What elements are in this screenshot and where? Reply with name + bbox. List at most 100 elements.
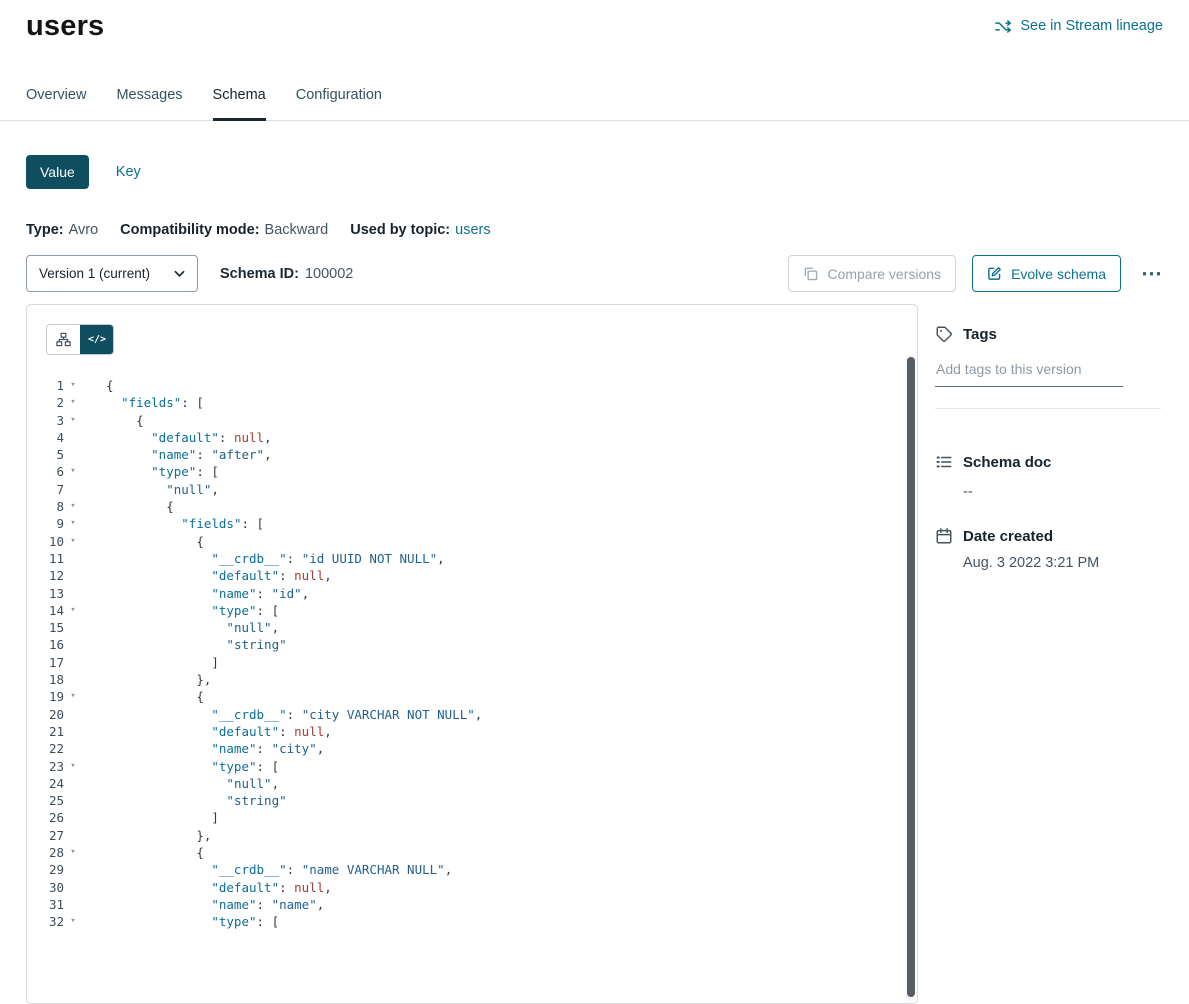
line-number: 14 xyxy=(27,602,64,619)
line-number: 8 xyxy=(27,498,64,515)
stream-lineage-link[interactable]: See in Stream lineage xyxy=(995,18,1163,34)
calendar-icon xyxy=(935,527,953,545)
version-select[interactable]: Version 1 (current) xyxy=(26,255,198,292)
line-number: 10 xyxy=(27,533,64,550)
code-text: "fields": [ xyxy=(82,515,264,532)
version-select-value: Version 1 (current) xyxy=(39,266,150,281)
tab-overview[interactable]: Overview xyxy=(26,87,86,120)
view-mode-group: </> xyxy=(46,324,114,355)
code-line: 5 "name": "after", xyxy=(27,446,917,463)
code-line: 20 "__crdb__": "city VARCHAR NOT NULL", xyxy=(27,706,917,723)
sidebar-divider xyxy=(935,408,1161,409)
meta-type-label: Type: xyxy=(26,222,64,238)
code-line: 26 ] xyxy=(27,809,917,826)
fold-spacer xyxy=(64,654,82,671)
fold-toggle-icon[interactable]: ▾ xyxy=(64,498,82,515)
key-toggle-link[interactable]: Key xyxy=(116,164,141,180)
schema-sidebar: Tags Schema doc -- Date created Aug. 3 2… xyxy=(935,304,1161,571)
tree-view-button[interactable] xyxy=(47,325,80,354)
line-number: 26 xyxy=(27,809,64,826)
fold-toggle-icon[interactable]: ▾ xyxy=(64,758,82,775)
tags-section: Tags xyxy=(935,325,1161,409)
code-text: "default": null, xyxy=(82,879,332,896)
value-key-toggle: Value Key xyxy=(0,155,1189,189)
code-line: 2▾ "fields": [ xyxy=(27,394,917,411)
meta-compatibility: Compatibility mode: Backward xyxy=(120,222,328,238)
tab-configuration[interactable]: Configuration xyxy=(296,87,382,120)
date-created-heading: Date created xyxy=(935,527,1161,545)
code-line: 25 "string" xyxy=(27,792,917,809)
code-text: ] xyxy=(82,654,219,671)
tab-messages[interactable]: Messages xyxy=(116,87,182,120)
evolve-schema-icon xyxy=(987,266,1002,281)
code-text: { xyxy=(82,377,114,394)
fold-spacer xyxy=(64,723,82,740)
fold-spacer xyxy=(64,809,82,826)
code-text: "__crdb__": "name VARCHAR NULL", xyxy=(82,861,452,878)
code-text: { xyxy=(82,844,204,861)
schema-code-panel: </> 1▾{2▾ "fields": [3▾ {4 "default": nu… xyxy=(26,304,918,1004)
tree-view-icon xyxy=(56,332,71,347)
more-options-button[interactable]: ⋯ xyxy=(1141,263,1163,284)
fold-spacer xyxy=(64,827,82,844)
code-line: 3▾ { xyxy=(27,412,917,429)
fold-toggle-icon[interactable]: ▾ xyxy=(64,602,82,619)
fold-spacer xyxy=(64,619,82,636)
editor-scrollbar[interactable] xyxy=(906,355,915,1001)
fold-spacer xyxy=(64,671,82,688)
evolve-schema-button[interactable]: Evolve schema xyxy=(972,255,1121,292)
code-text: }, xyxy=(82,671,211,688)
fold-spacer xyxy=(64,740,82,757)
code-text: "__crdb__": "city VARCHAR NOT NULL", xyxy=(82,706,482,723)
code-text: "default": null, xyxy=(82,567,332,584)
line-number: 21 xyxy=(27,723,64,740)
line-number: 2 xyxy=(27,394,64,411)
meta-topic-label: Used by topic: xyxy=(350,222,450,238)
compare-versions-button[interactable]: Compare versions xyxy=(788,255,956,292)
code-line: 19▾ { xyxy=(27,688,917,705)
code-line: 17 ] xyxy=(27,654,917,671)
value-toggle-button[interactable]: Value xyxy=(26,155,89,189)
code-line: 11 "__crdb__": "id UUID NOT NULL", xyxy=(27,550,917,567)
meta-type: Type: Avro xyxy=(26,222,98,238)
line-number: 7 xyxy=(27,481,64,498)
date-created-title: Date created xyxy=(963,528,1053,545)
schema-content: </> 1▾{2▾ "fields": [3▾ {4 "default": nu… xyxy=(0,304,1189,1004)
code-view-button[interactable]: </> xyxy=(80,325,113,354)
fold-spacer xyxy=(64,446,82,463)
schema-doc-section: Schema doc -- xyxy=(935,453,1161,500)
line-number: 31 xyxy=(27,896,64,913)
code-line: 8▾ { xyxy=(27,498,917,515)
fold-spacer xyxy=(64,861,82,878)
fold-toggle-icon[interactable]: ▾ xyxy=(64,844,82,861)
tab-schema[interactable]: Schema xyxy=(213,87,266,121)
fold-toggle-icon[interactable]: ▾ xyxy=(64,412,82,429)
line-number: 28 xyxy=(27,844,64,861)
fold-toggle-icon[interactable]: ▾ xyxy=(64,533,82,550)
fold-toggle-icon[interactable]: ▾ xyxy=(64,377,82,394)
fold-spacer xyxy=(64,896,82,913)
code-line: 27 }, xyxy=(27,827,917,844)
tab-bar: Overview Messages Schema Configuration xyxy=(0,87,1189,121)
line-number: 6 xyxy=(27,463,64,480)
code-line: 30 "default": null, xyxy=(27,879,917,896)
fold-toggle-icon[interactable]: ▾ xyxy=(64,463,82,480)
editor-scrollbar-thumb[interactable] xyxy=(907,357,915,997)
code-text: "fields": [ xyxy=(82,394,204,411)
topic-link[interactable]: users xyxy=(455,222,490,238)
code-text: ] xyxy=(82,809,219,826)
fold-toggle-icon[interactable]: ▾ xyxy=(64,688,82,705)
line-number: 17 xyxy=(27,654,64,671)
line-number: 1 xyxy=(27,377,64,394)
tag-icon xyxy=(935,325,953,343)
compare-versions-icon xyxy=(803,266,818,281)
fold-toggle-icon[interactable]: ▾ xyxy=(64,394,82,411)
meta-compatibility-value: Backward xyxy=(265,222,329,238)
tags-input[interactable] xyxy=(935,357,1123,387)
schema-id-value: 100002 xyxy=(305,266,353,282)
fold-toggle-icon[interactable]: ▾ xyxy=(64,515,82,532)
code-text: "type": [ xyxy=(82,463,219,480)
stream-lineage-label: See in Stream lineage xyxy=(1020,18,1163,34)
code-text: "default": null, xyxy=(82,723,332,740)
line-number: 9 xyxy=(27,515,64,532)
